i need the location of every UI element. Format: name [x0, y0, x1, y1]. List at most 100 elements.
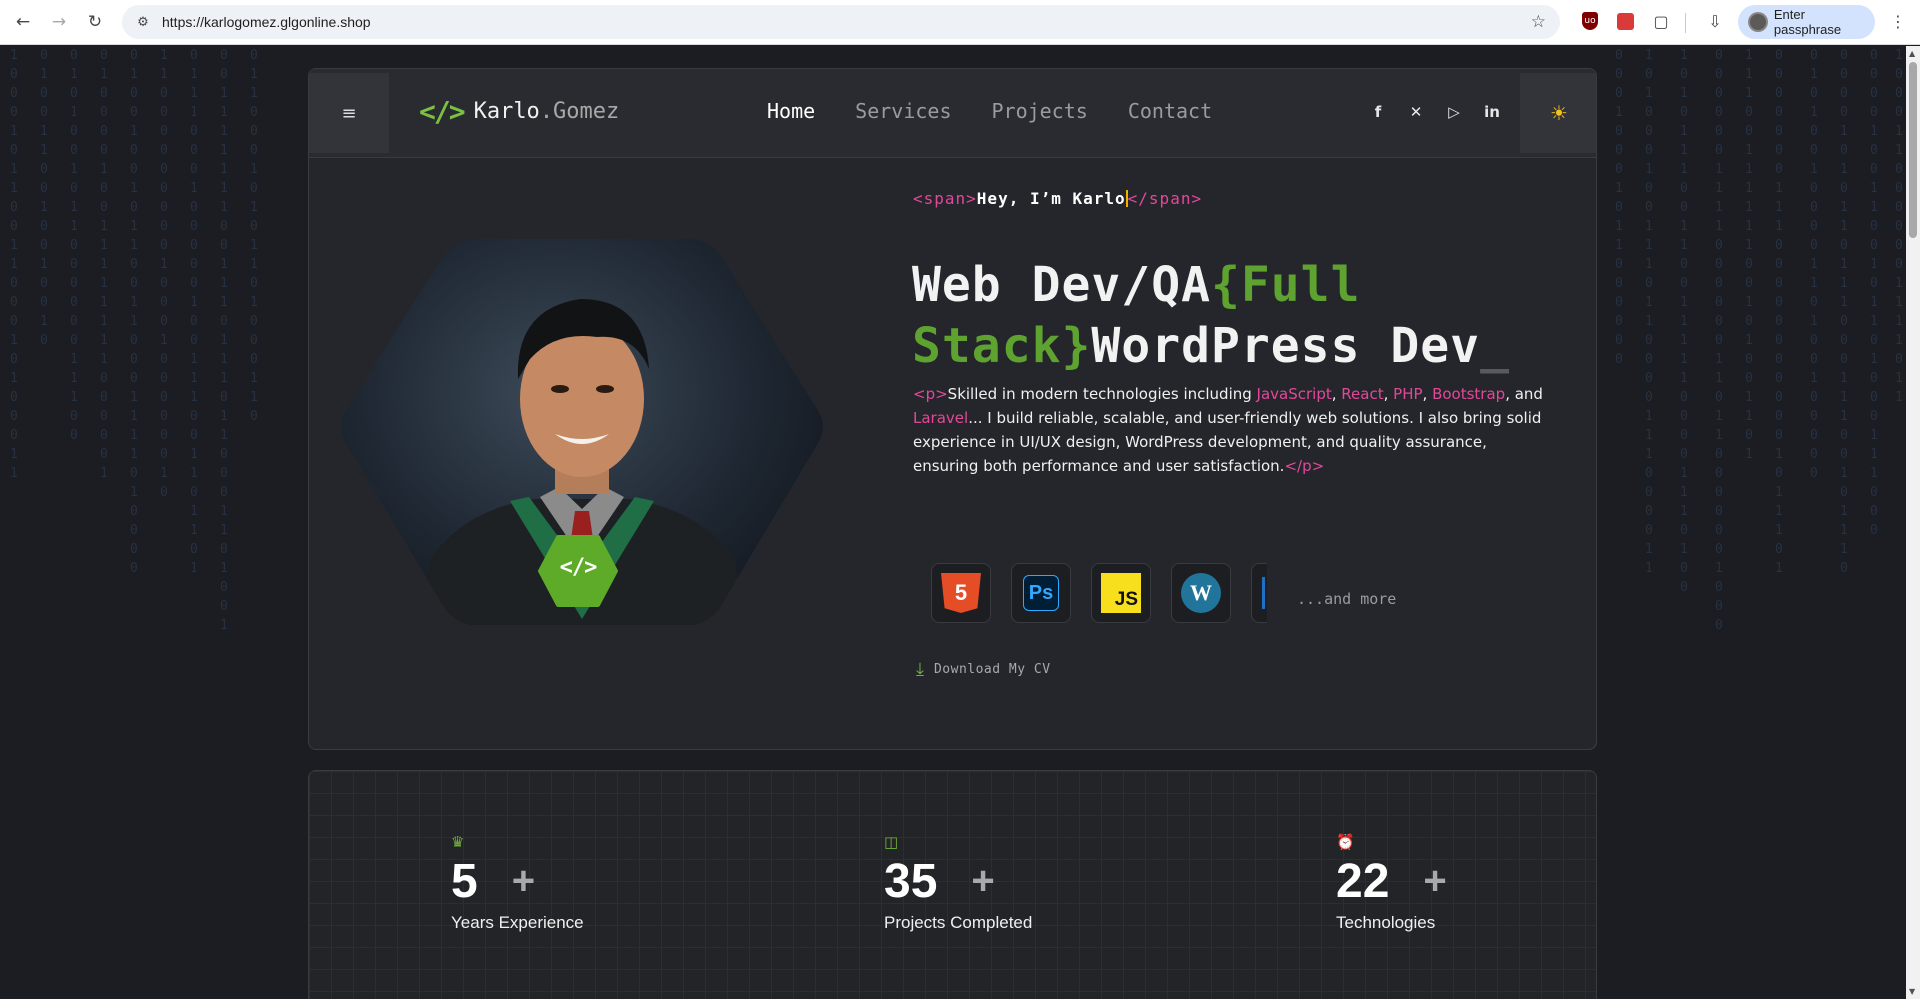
profile-button[interactable]: Enter passphrase [1738, 5, 1875, 39]
greeting-line: <span>Hey, I’m Karlo </span> [913, 189, 1202, 208]
stat-label: Projects Completed [884, 913, 1033, 932]
matrix-column: 0 1 0 1 0 0 1 0 0 0 0 1 1 0 1 0 0 1 0 0 … [1810, 48, 1818, 481]
stat-technologies: ⏰ 22 + Technologies [1336, 833, 1447, 933]
matrix-column: 0 1 1 1 0 0 0 1 0 0 0 0 0 1 0 0 1 1 1 0 … [190, 48, 198, 576]
stat-value-wrap: 5 + [451, 851, 584, 911]
badge-label: </> [559, 555, 598, 580]
tech-card: Ps [1011, 563, 1071, 623]
matrix-column: 0 0 1 1 1 1 1 1 1 0 0 1 1 1 0 1 1 1 0 1 … [220, 48, 228, 633]
red-extension-icon[interactable] [1614, 10, 1636, 32]
headline-part1: Web Dev/QA [912, 257, 1211, 313]
stat-projects: ◫ 35 + Projects Completed [884, 833, 1032, 933]
back-button[interactable]: ← [8, 7, 38, 37]
browser-toolbar: ← → ↻ ⚙ https://karlogomez.glgonline.sho… [0, 0, 1920, 45]
desc-sep: , and [1505, 385, 1543, 403]
tech-react: React [1341, 385, 1384, 403]
desc-sep: , [1422, 385, 1433, 403]
x-icon[interactable]: ✕ [1397, 103, 1435, 121]
greeting-text: Hey, I’m Karlo [976, 189, 1126, 208]
tech-icons-carousel: 5 Ps JS W [931, 563, 1267, 623]
desc-intro: Skilled in modern technologies including [947, 385, 1257, 403]
desc-body: I build reliable, scalable, and user-fri… [913, 409, 1542, 475]
hamburger-icon: ≡ [341, 102, 357, 124]
and-more-text: ...and more [1297, 590, 1397, 608]
span-close-tag: </span> [1127, 189, 1203, 208]
toolbar-divider [1685, 13, 1686, 33]
matrix-column: 1 0 1 0 0 0 1 0 0 1 1 1 0 1 1 0 0 0 0 1 … [1645, 48, 1653, 576]
bookmark-star-icon[interactable]: ☆ [1531, 12, 1546, 32]
stat-value-wrap: 22 + [1336, 851, 1447, 911]
browser-menu-icon[interactable]: ⋮ [1890, 12, 1906, 31]
stat-value: 35 [884, 854, 938, 908]
html5-icon: 5 [941, 573, 981, 613]
desc-sep: , [1383, 385, 1394, 403]
theme-toggle-button[interactable]: ☀ [1520, 73, 1596, 153]
youtube-icon[interactable]: ▷ [1435, 103, 1473, 121]
stat-value: 5 [451, 854, 478, 908]
desc-sep: ... [968, 409, 988, 427]
matrix-column: 0 0 0 0 0 0 1 1 1 1 0 0 0 0 0 0 1 1 0 1 … [1715, 48, 1723, 633]
headline-part2: WordPress Dev [1091, 318, 1481, 374]
download-cv-button[interactable]: ⤓ Download My CV [916, 659, 1051, 680]
url-text[interactable]: https://karlogomez.glgonline.shop [162, 14, 371, 30]
matrix-column: 1 1 1 0 0 1 1 1 1 1 1 0 0 1 0 1 0 0 1 1 … [1745, 48, 1753, 462]
page-viewport: 1 0 0 0 1 0 1 1 0 0 1 1 0 0 0 1 0 1 0 0 … [0, 46, 1920, 999]
hero-headline: Web Dev/QA{Full Stack}WordPress Dev_ [912, 255, 1552, 377]
stat-label: Years Experience [451, 913, 584, 932]
linkedin-icon[interactable]: in [1473, 103, 1511, 121]
stat-value-wrap: 35 + [884, 851, 1032, 911]
wordpress-icon: W [1181, 573, 1221, 613]
reload-button[interactable]: ↻ [80, 7, 110, 37]
tech-bootstrap: Bootstrap [1432, 385, 1506, 403]
matrix-column: 0 1 1 0 0 0 1 0 1 0 1 1 0 1 0 0 0 1 1 0 [250, 48, 258, 424]
scrollbar-thumb[interactable] [1909, 62, 1917, 238]
p-open-tag: <p> [913, 385, 948, 403]
plus-icon: + [511, 858, 536, 903]
profile-label: Enter passphrase [1773, 7, 1842, 37]
tech-card: JS [1091, 563, 1151, 623]
p-close-tag: </p> [1284, 457, 1325, 475]
code-logo-icon: </> [419, 95, 466, 128]
tech-card: 5 [931, 563, 991, 623]
headline-cursor: _ [1480, 318, 1510, 374]
matrix-column: 0 0 0 1 0 0 0 1 0 1 1 0 0 0 0 0 0 [1615, 48, 1623, 367]
matrix-column: 0 1 0 1 0 0 1 0 1 1 0 0 0 0 0 0 1 1 1 0 … [70, 48, 78, 443]
site-logo[interactable]: </> Karlo .Gomez [419, 95, 619, 128]
logo-first-name: Karlo [473, 99, 540, 124]
scroll-down-icon[interactable]: ▼ [1909, 987, 1915, 996]
nav-contact[interactable]: Contact [1128, 99, 1212, 123]
address-bar[interactable]: ⚙ https://karlogomez.glgonline.shop ☆ [122, 5, 1560, 39]
matrix-column: 0 1 0 0 1 1 0 0 1 0 0 1 0 0 1 0 [40, 48, 48, 348]
partial-tech-icon [1262, 577, 1265, 609]
nav-services[interactable]: Services [855, 99, 951, 123]
tech-javascript: JavaScript [1256, 385, 1332, 403]
stat-label: Technologies [1336, 913, 1436, 932]
site-info-icon[interactable]: ⚙ [134, 13, 152, 31]
matrix-column: 1 1 0 0 0 0 0 0 0 0 0 1 0 0 0 1 0 0 0 0 … [160, 48, 168, 500]
matrix-column: 0 0 0 0 1 0 1 0 1 1 0 1 1 1 0 0 0 1 1 1 … [1840, 48, 1848, 576]
scroll-up-icon[interactable]: ▲ [1909, 49, 1915, 58]
menu-toggle-button[interactable]: ≡ [309, 73, 389, 153]
stat-value: 22 [1336, 854, 1390, 908]
logo-last-name: .Gomez [539, 99, 620, 124]
matrix-column: 0 1 0 0 1 0 0 1 0 1 1 0 0 1 1 0 0 0 1 1 … [130, 48, 138, 576]
plus-icon: + [1423, 858, 1447, 903]
plus-icon: + [971, 858, 995, 903]
hero-description: <p>Skilled in modern technologies includ… [913, 382, 1553, 478]
tech-card-partial [1251, 563, 1267, 623]
stat-years: ♛ 5 + Years Experience [451, 833, 584, 933]
nav-projects[interactable]: Projects [992, 99, 1088, 123]
matrix-column: 1 0 1 0 1 1 1 0 0 1 1 0 0 1 1 1 1 1 0 0 … [1680, 48, 1688, 595]
downloads-icon[interactable]: ⇩ [1704, 10, 1726, 32]
desc-sep: , [1331, 385, 1342, 403]
facebook-icon[interactable]: f [1359, 103, 1397, 121]
crown-icon: ♛ [451, 833, 465, 851]
page-scrollbar[interactable]: ▲ ▼ [1906, 46, 1920, 999]
main-nav: Home Services Projects Contact [767, 99, 1252, 123]
forward-button[interactable]: → [44, 7, 74, 37]
nav-home[interactable]: Home [767, 99, 815, 123]
sun-icon: ☀ [1550, 101, 1568, 125]
ublock-extension-icon[interactable]: uo [1579, 10, 1601, 32]
extensions-puzzle-icon[interactable]: ▢ [1650, 10, 1672, 32]
download-cv-label: Download My CV [933, 662, 1051, 677]
